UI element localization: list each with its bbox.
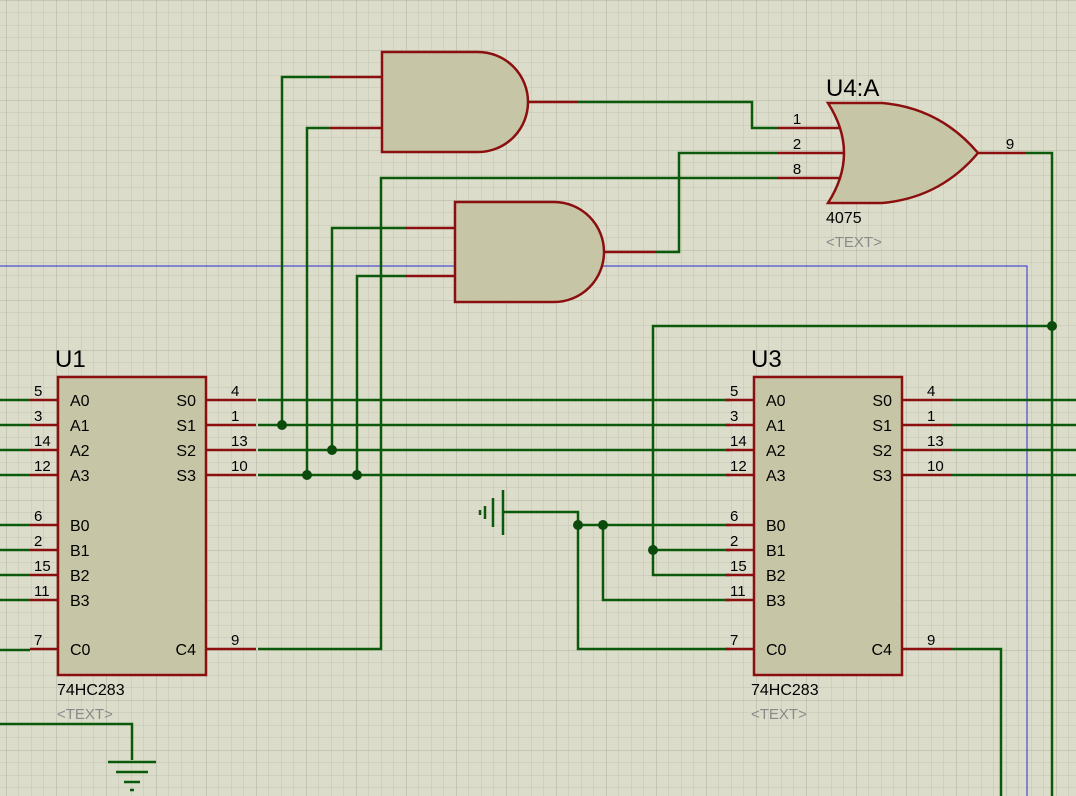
u3-pin-number: 7 [730,632,738,649]
u3-pin-number: 1 [927,408,935,425]
u1-pin-number: 11 [34,583,50,600]
u1-pin-name: B3 [70,593,90,610]
u4a-pin-2: 2 [793,136,801,153]
u1-pin-number: 14 [34,433,51,450]
u1-pin-number: 15 [34,558,51,575]
u1-pin-number: 2 [34,533,42,550]
u1-pin-name: S1 [176,418,196,435]
u3-pin-number: 12 [730,458,747,475]
u1-pin-name: B0 [70,518,90,535]
junction-dot [352,470,362,480]
u1-pin-number: 7 [34,632,42,649]
u4a-ref-label: U4:A [826,75,879,102]
u3-pin-name: B1 [766,543,786,560]
u3-pin-number: 14 [730,433,747,450]
u3-pin-name: S2 [872,443,892,460]
u3-pin-name: A1 [766,418,786,435]
u1-pin-number: 5 [34,383,42,400]
u1-pin-name: A3 [70,468,90,485]
u3-ref-label: U3 [751,346,782,373]
junction-dot [648,545,658,555]
u1-pin-number: 3 [34,408,42,425]
u3-pin-number: 2 [730,533,738,550]
u3-pin-number: 10 [927,458,944,475]
junction-dot [573,520,583,530]
u1-pin-name: B2 [70,568,90,585]
junction-dot [327,445,337,455]
u3-pin-number: 11 [730,583,746,600]
u3-pin-number: 9 [927,632,935,649]
u1-pin-name: A2 [70,443,90,460]
u3-pin-name: S0 [872,393,892,410]
u3-pin-name: B0 [766,518,786,535]
u1-text-placeholder: <TEXT> [57,706,113,723]
schematic-canvas[interactable]: U4:A 1 2 8 9 4075 <TEXT> 5A03A114A212A36… [0,0,1076,796]
u4a-pin-1: 1 [793,111,801,128]
u3-part-label: 74HC283 [751,682,819,699]
u1-pin-name: A1 [70,418,90,435]
u3-pin-number: 13 [927,433,944,450]
u1-pin-number: 13 [231,433,248,450]
u3-pin-name: B2 [766,568,786,585]
u1-pin-number: 6 [34,508,42,525]
u3-pin-name: A2 [766,443,786,460]
u1-pin-name: B1 [70,543,90,560]
junction-dot [1047,321,1057,331]
u1-pin-name: S2 [176,443,196,460]
u1-pin-number: 4 [231,383,239,400]
u3-pin-name: A3 [766,468,786,485]
u3-text-placeholder: <TEXT> [751,706,807,723]
u3-pin-name: C4 [872,642,893,659]
u3-pin-name: C0 [766,642,787,659]
u3-pin-number: 4 [927,383,935,400]
u1-ref-label: U1 [55,346,86,373]
u3-pin-name: B3 [766,593,786,610]
u3-pin-name: A0 [766,393,786,410]
u1-part-label: 74HC283 [57,682,125,699]
u3-pin-number: 5 [730,383,738,400]
u3-pin-number: 6 [730,508,738,525]
u1-pin-number: 9 [231,632,239,649]
u3-pin-number: 15 [730,558,747,575]
u1-pin-name: C4 [176,642,197,659]
u1-pin-name: S3 [176,468,196,485]
junction-dot [277,420,287,430]
u1-pin-number: 12 [34,458,51,475]
u3-pin-name: S3 [872,468,892,485]
u1-pin-name: C0 [70,642,91,659]
junction-dot [598,520,608,530]
u4a-part-label: 4075 [826,210,862,227]
u4a-pin-9: 9 [1006,136,1014,153]
u4a-text-placeholder: <TEXT> [826,234,882,251]
u4a-pin-8: 8 [793,161,801,178]
u3-pin-name: S1 [872,418,892,435]
u1-pin-number: 1 [231,408,239,425]
u3-pin-number: 3 [730,408,738,425]
u1-pin-name: A0 [70,393,90,410]
junction-dot [302,470,312,480]
u1-pin-name: S0 [176,393,196,410]
u1-pin-number: 10 [231,458,248,475]
